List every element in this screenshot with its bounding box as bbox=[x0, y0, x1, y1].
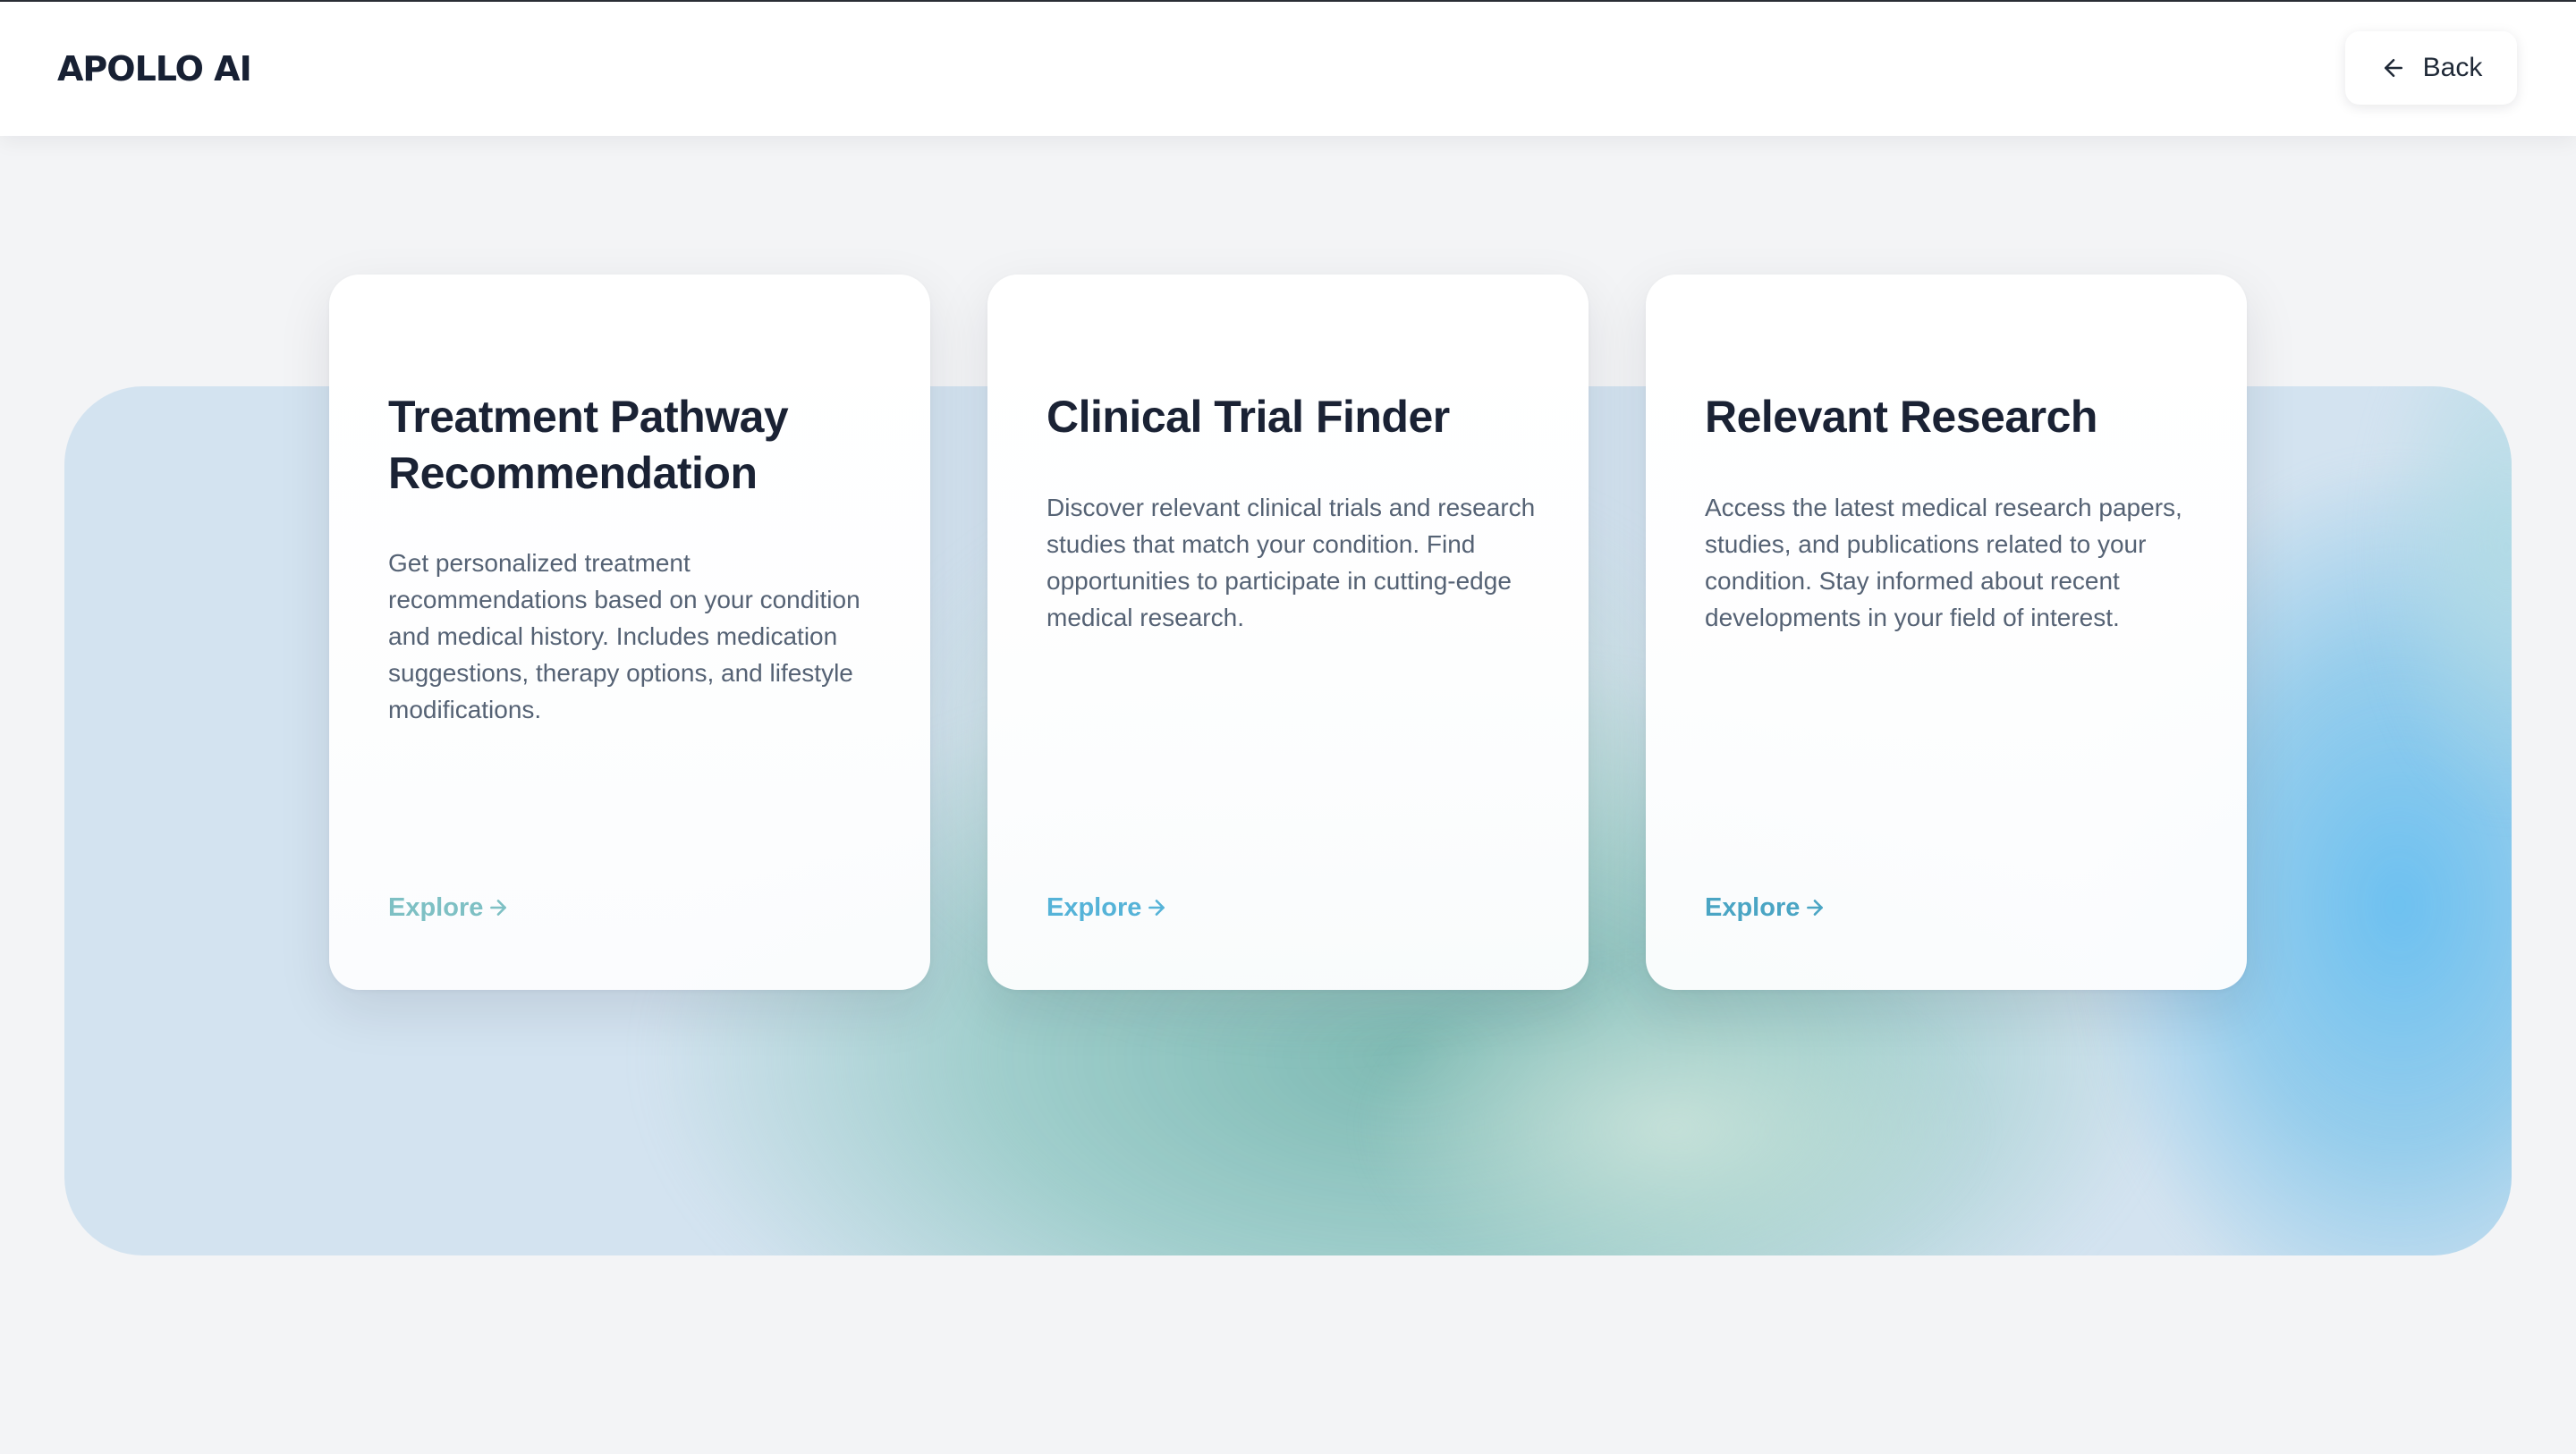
app-logo: APOLLO AI bbox=[57, 49, 252, 89]
arrow-left-icon bbox=[2384, 59, 2402, 77]
explore-link-label: Explore bbox=[1046, 893, 1142, 922]
card-description: Discover relevant clinical trials and re… bbox=[1046, 494, 1536, 631]
back-button[interactable]: Back bbox=[2345, 31, 2517, 105]
arrow-right-icon bbox=[1148, 900, 1165, 916]
explore-link[interactable]: Explore bbox=[388, 892, 510, 924]
explore-link-label: Explore bbox=[388, 893, 484, 922]
relevant-research-card[interactable]: Relevant Research Access the latest medi… bbox=[1646, 275, 2247, 990]
clinical-trial-card[interactable]: Clinical Trial Finder Discover relevant … bbox=[987, 275, 1589, 990]
card-description: Get personalized treatment recommendatio… bbox=[388, 549, 860, 723]
card-title: Treatment Pathway Recommendation bbox=[388, 392, 789, 498]
explore-link[interactable]: Explore bbox=[1705, 892, 1826, 924]
arrow-right-icon bbox=[1807, 900, 1824, 916]
card-title: Clinical Trial Finder bbox=[1046, 392, 1450, 442]
card-description: Access the latest medical research paper… bbox=[1705, 494, 2182, 631]
card-title: Relevant Research bbox=[1705, 392, 2097, 442]
arrow-right-icon bbox=[490, 900, 507, 916]
treatment-pathway-card[interactable]: Treatment Pathway Recommendation Get per… bbox=[329, 275, 930, 990]
explore-link[interactable]: Explore bbox=[1046, 892, 1168, 924]
app-header: APOLLO AI Back bbox=[0, 2, 2576, 136]
explore-link-label: Explore bbox=[1705, 893, 1801, 922]
back-button-label: Back bbox=[2422, 53, 2483, 82]
